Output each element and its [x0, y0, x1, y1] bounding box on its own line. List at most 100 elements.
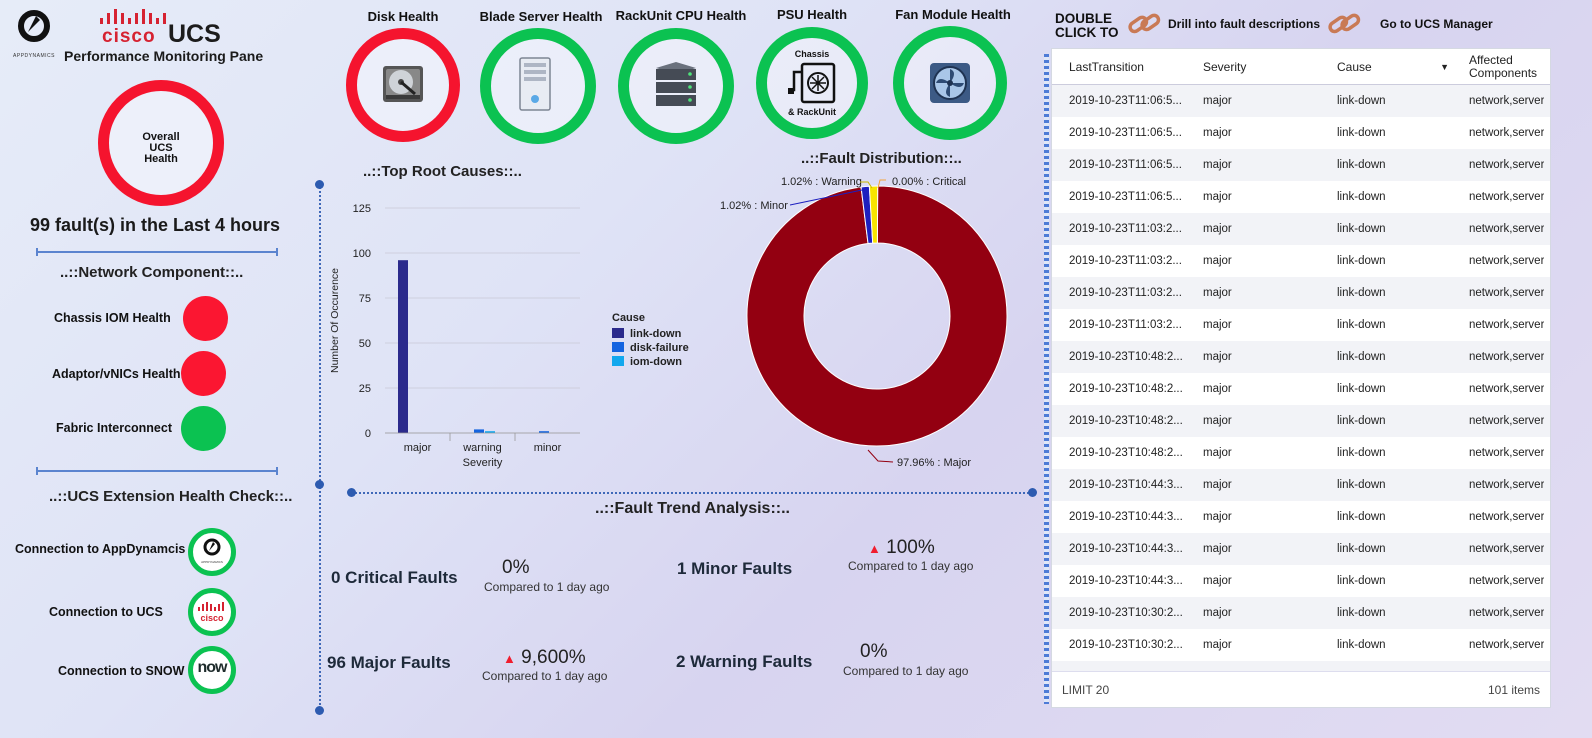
table-row[interactable]: 2019-10-23T10:30:2... major link-down netwo… [1052, 629, 1550, 661]
table-row[interactable]: 2019-10-23T11:03:2... major link-down netwo… [1052, 309, 1550, 341]
table-item-count: 101 items [1487, 683, 1540, 697]
psu-inner-bottom-label: & RackUnit [787, 107, 836, 117]
table-cell: major [1203, 383, 1232, 395]
appdynamics-logo-icon [18, 10, 50, 42]
trend-major-compare: Compared to 1 day ago [482, 669, 608, 683]
power-supply-icon [788, 62, 836, 104]
table-cell: link-down [1337, 255, 1386, 267]
trend-major-pct-wrap: ▲ 9,600% [503, 647, 586, 669]
trend-critical-pct: 0% [502, 557, 530, 578]
table-row[interactable]: 2019-10-23T11:03:2... major link-down netwo… [1052, 245, 1550, 277]
table-cell: 2019-10-23T10:48:2... [1069, 383, 1183, 395]
table-cell: 2019-10-23T11:03:2... [1069, 255, 1182, 267]
donut-label-critical: 0.00% : Critical [892, 176, 966, 188]
bar-link-down-major[interactable] [398, 260, 408, 433]
table-row[interactable]: 2019-10-23T11:06:5... major link-down netwo… [1052, 117, 1550, 149]
table-cell: link-down [1337, 575, 1386, 587]
trend-up-arrow-icon: ▲ [868, 541, 881, 556]
appdynamics-logo-text: APPDYNAMICS [13, 53, 55, 59]
table-cell: network,server [1469, 95, 1545, 107]
table-cell: network,server [1469, 255, 1545, 267]
table-row[interactable]: 2019-10-23T10:30:2... major link-down netwo… [1052, 597, 1550, 629]
table-row[interactable]: 2019-10-23T10:48:2... major link-down netwo… [1052, 373, 1550, 405]
root-causes-title: ..::Top Root Causes::.. [363, 163, 522, 180]
table-row[interactable]: 2019-10-23T11:06:5... major link-down netwo… [1052, 85, 1550, 117]
table-cell: major [1203, 255, 1232, 267]
disk-health-label: Disk Health [367, 9, 439, 24]
table-row[interactable]: 2019-10-23T11:06:5... major link-down netwo… [1052, 149, 1550, 181]
table-row[interactable]: 2019-10-23T10:48:2... major link-down netwo… [1052, 437, 1550, 469]
separator-top [36, 248, 278, 256]
server-stack-icon [656, 62, 696, 106]
network-item-label: Adaptor/vNICs Health [52, 367, 181, 381]
table-cell: network,server [1469, 287, 1545, 299]
table-row[interactable]: 2019-10-23T10:48:2... major link-down netwo… [1052, 405, 1550, 437]
blade-server-health-label: Blade Server Health [479, 9, 603, 24]
chassis-iom-status-dot [183, 296, 228, 341]
adaptor-status-dot [181, 351, 226, 396]
table-cell: network,server [1469, 351, 1545, 363]
separator-middle [36, 467, 278, 475]
column-header-lasttransition[interactable]: LastTransition [1069, 49, 1199, 85]
table-cell: major [1203, 607, 1232, 619]
column-header-severity[interactable]: Severity [1203, 49, 1333, 85]
legend-swatch [612, 328, 624, 338]
table-row[interactable]: 2019-10-23T10:44:3... major link-down netwo… [1052, 565, 1550, 597]
y-tick-label: 0 [365, 428, 371, 440]
ucs-wordmark: UCS [168, 20, 221, 48]
trend-major-label: 96 Major Faults [327, 653, 451, 672]
table-header: LastTransition Severity Cause ▼ Affected… [1052, 49, 1550, 85]
table-row[interactable]: 2019-10-23T10:44:3... major link-down netwo… [1052, 469, 1550, 501]
drill-into-faults-label: Drill into fault descriptions [1168, 17, 1321, 31]
table-cell: 2019-10-23T11:06:5... [1069, 191, 1182, 203]
table-cell: link-down [1337, 95, 1386, 107]
divider-knob [1028, 488, 1037, 497]
trend-warning-pct: 0% [860, 641, 888, 662]
table-cell: link-down [1337, 639, 1386, 651]
trend-up-arrow-icon: ▲ [503, 651, 516, 666]
server-tower-icon [519, 57, 551, 111]
vertical-divider [319, 184, 321, 709]
column-header-label: Affected Components [1469, 53, 1538, 80]
column-header-label: LastTransition [1069, 60, 1144, 74]
legend-label: disk-failure [630, 342, 689, 354]
fault-distribution-donut-chart: 97.96% : Major 1.02% : Minor 1.02% : Warni… [720, 176, 1008, 469]
table-row[interactable]: 2019-10-23T10:44:3... major link-down netwo… [1052, 533, 1550, 565]
column-header-cause[interactable]: Cause ▼ [1337, 49, 1457, 85]
table-cell: link-down [1337, 511, 1386, 523]
table-scrollbar[interactable] [1044, 54, 1049, 704]
table-cell: link-down [1337, 127, 1386, 139]
bar-disk-failure-warning[interactable] [474, 429, 484, 433]
servicenow-logo-icon: now [197, 659, 228, 676]
network-item-label: Chassis IOM Health [54, 311, 171, 325]
fault-summary: 99 fault(s) in the Last 4 hours [30, 215, 281, 235]
x-tick-label: warning [462, 442, 502, 454]
fault-distribution-title: ..::Fault Distribution::.. [801, 150, 962, 167]
table-cell: network,server [1469, 543, 1545, 555]
fabric-status-dot [181, 406, 226, 451]
column-header-affected-components[interactable]: Affected Components [1469, 49, 1549, 85]
table-cell: major [1203, 351, 1232, 363]
table-cell: 2019-10-23T11:03:2... [1069, 287, 1182, 299]
table-cell: 2019-10-23T10:44:3... [1069, 479, 1183, 491]
snow-connection-ring: now [188, 646, 236, 694]
table-row[interactable]: 2019-10-23T10:44:3... major link-down netwo… [1052, 501, 1550, 533]
table-cell: network,server [1469, 319, 1545, 331]
fan-module-health-label: Fan Module Health [895, 7, 1011, 22]
sort-dropdown-icon[interactable]: ▼ [1440, 62, 1449, 72]
table-row[interactable]: 2019-10-23T10:48:2... major link-down netwo… [1052, 341, 1550, 373]
donut-label-warning: 1.02% : Warning [781, 176, 862, 188]
table-cell: network,server [1469, 575, 1545, 587]
legend-swatch [612, 356, 624, 366]
psu-health-label: PSU Health [776, 7, 848, 22]
psu-inner-top-label: Chassis [794, 49, 830, 59]
table-row[interactable]: 2019-10-23T11:03:2... major link-down netwo… [1052, 213, 1550, 245]
table-row[interactable]: 2019-10-23T11:06:5... major link-down netwo… [1052, 181, 1550, 213]
cisco-logo-icon [198, 602, 224, 611]
root-causes-bar-chart: 0 25 50 75 100 125 major warning minor Severity Nu… [329, 203, 689, 469]
go-to-ucs-manager-link[interactable]: Go to UCS Manager [1326, 8, 1493, 40]
table-cell: link-down [1337, 383, 1386, 395]
trend-minor-compare: Compared to 1 day ago [848, 559, 974, 573]
table-row[interactable]: 2019-10-23T11:03:2... major link-down netwo… [1052, 277, 1550, 309]
drill-into-faults-link[interactable]: Drill into fault descriptions [1126, 8, 1326, 40]
